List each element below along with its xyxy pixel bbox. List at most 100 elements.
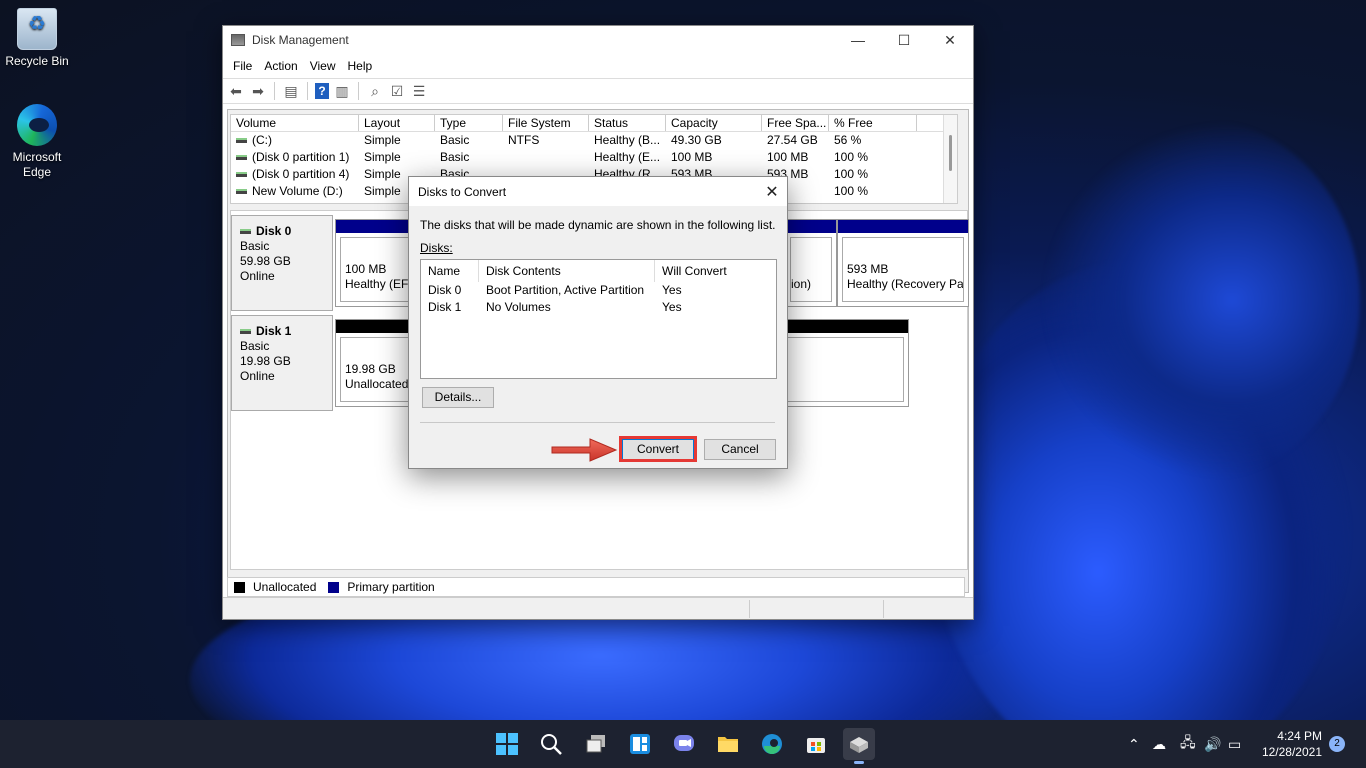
status-divider (749, 600, 750, 618)
store-button[interactable] (800, 728, 832, 760)
close-button[interactable]: ✕ (927, 26, 973, 54)
toolbar: ⬅ ➡ ▤ ? ▥ ⌕ ☑ ☰ (223, 78, 973, 104)
volume-cell-text: NTFS (508, 133, 540, 147)
battery-icon: ▭ (1228, 735, 1242, 752)
maximize-button[interactable]: ☐ (881, 26, 927, 54)
column-free-space[interactable]: Free Spa... (762, 115, 829, 131)
volume-cell: 100 MB (762, 149, 829, 166)
volume-cell-text: (Disk 0 partition 1) (252, 150, 350, 164)
clock[interactable]: 4:24 PM 12/28/2021 (1258, 728, 1322, 760)
partition-info: ion) (790, 237, 832, 302)
column-type[interactable]: Type (435, 115, 503, 131)
notification-badge[interactable]: 2 (1329, 736, 1345, 752)
volume-cell-text: (C:) (252, 133, 272, 147)
title-bar[interactable]: Disk Management — ☐ ✕ (223, 26, 973, 54)
menu-view[interactable]: View (304, 59, 342, 73)
volume-cell: Basic (435, 132, 503, 149)
list-cell: Disk 1 (428, 300, 462, 314)
partition-disk0-recovery[interactable]: 593 MB Healthy (Recovery Par (837, 219, 969, 307)
start-button[interactable] (491, 728, 523, 760)
vertical-scrollbar[interactable] (943, 115, 957, 203)
menu-action[interactable]: Action (258, 59, 303, 73)
partition-status: Unallocated (345, 377, 409, 391)
disk-0-label[interactable]: Disk 0 Basic 59.98 GB Online (231, 215, 333, 311)
connect-icon[interactable]: ⌕ (366, 82, 384, 100)
list-item[interactable]: Disk 1 No Volumes Yes (421, 299, 776, 316)
search-button[interactable] (535, 728, 567, 760)
list-cell: Boot Partition, Active Partition (486, 283, 645, 297)
volume-cell-text: Basic (440, 150, 470, 164)
minimize-button[interactable]: — (835, 26, 881, 54)
widgets-button[interactable] (624, 728, 656, 760)
partition-disk0-efi[interactable]: 100 MBHealthy (EFI S (335, 219, 415, 307)
list-cell: Disk 0 (428, 283, 462, 297)
dialog-message: The disks that will be made dynamic are … (420, 218, 776, 232)
column-status[interactable]: Status (589, 115, 666, 131)
desktop-icon-edge[interactable]: Microsoft Edge (0, 104, 74, 180)
partition-size: 593 MB (847, 262, 889, 276)
column-name[interactable]: Name (421, 260, 479, 282)
details-button[interactable]: Details... (422, 387, 494, 408)
legend-primary: Primary partition (347, 580, 435, 594)
list-item[interactable]: Disk 0 Boot Partition, Active Partition Ye… (421, 282, 776, 299)
disk-management-taskbar-button[interactable] (843, 728, 875, 764)
volume-cell: 100 % (829, 166, 917, 183)
onedrive-tray[interactable]: ☁ (1152, 720, 1166, 768)
checklist-icon[interactable]: ☑ (388, 82, 406, 100)
volume-cell-text: 100 % (834, 167, 869, 181)
dialog-separator (420, 422, 775, 423)
windows-icon (496, 733, 518, 755)
disks-to-convert-dialog: Disks to Convert ✕ The disks that will b… (408, 176, 788, 469)
volume-tray[interactable]: 🔊 (1204, 720, 1221, 768)
dialog-title-bar[interactable]: Disks to Convert ✕ (409, 177, 787, 206)
taskbar: ⌃ ☁ 🖧 🔊 ▭ 4:24 PM 12/28/2021 2 (0, 720, 1366, 768)
column-will-convert[interactable]: Will Convert (655, 260, 775, 282)
show-pane-icon[interactable]: ▥ (333, 82, 351, 100)
legend: Unallocated Primary partition (227, 577, 965, 597)
search-icon (541, 734, 562, 755)
disk-icon (240, 229, 251, 235)
disk-name: Disk 1 (256, 324, 292, 338)
toolbar-separator (274, 82, 275, 100)
cancel-button[interactable]: Cancel (704, 439, 776, 460)
volume-cell-text: (Disk 0 partition 4) (252, 167, 350, 181)
volume-cell: 100 % (829, 149, 917, 166)
volume-cell: (Disk 0 partition 4) (231, 166, 359, 183)
file-explorer-button[interactable] (712, 728, 744, 760)
task-view-button[interactable] (580, 728, 612, 760)
show-hidden-icons[interactable]: ⌃ (1128, 720, 1140, 768)
partition-status: Healthy (EFI S (345, 277, 410, 291)
help-icon[interactable]: ? (315, 83, 329, 99)
dialog-close-icon[interactable]: ✕ (757, 182, 787, 202)
partition-disk0-c[interactable]: ion) (785, 219, 837, 307)
disks-list-body: Disk 0 Boot Partition, Active Partition Ye… (421, 282, 776, 316)
menu-file[interactable]: File (227, 59, 258, 73)
column-disk-contents[interactable]: Disk Contents (479, 260, 655, 282)
column-volume[interactable]: Volume (231, 115, 359, 131)
column-file-system[interactable]: File System (503, 115, 589, 131)
disk-1-label[interactable]: Disk 1 Basic 19.98 GB Online (231, 315, 333, 411)
column-percent-free[interactable]: % Free (829, 115, 917, 131)
console-tree-icon[interactable]: ▤ (282, 82, 300, 100)
desktop-icon-recycle-bin[interactable]: Recycle Bin (0, 8, 74, 69)
menu-help[interactable]: Help (342, 59, 379, 73)
widgets-icon (630, 734, 650, 754)
task-view-icon (586, 735, 605, 753)
back-icon[interactable]: ⬅ (227, 82, 245, 100)
teams-chat-button[interactable] (668, 728, 700, 760)
volume-cell-text: 100 % (834, 184, 869, 198)
partition-info: 100 MBHealthy (EFI S (340, 237, 410, 302)
volume-row[interactable]: (C:) Simple Basic NTFS Healthy (B... 49.30 GB… (231, 132, 957, 149)
network-tray[interactable]: 🖧 (1180, 720, 1196, 768)
volume-row[interactable]: (Disk 0 partition 1) Simple Basic Healthy (… (231, 149, 957, 166)
edge-button[interactable] (756, 728, 788, 760)
properties-icon[interactable]: ☰ (410, 82, 428, 100)
volume-cell: NTFS (503, 132, 589, 149)
volume-cell: Healthy (B... (589, 132, 666, 149)
chat-icon (674, 735, 694, 751)
column-capacity[interactable]: Capacity (666, 115, 762, 131)
battery-tray[interactable]: ▭ (1228, 720, 1241, 768)
forward-icon[interactable]: ➡ (249, 82, 267, 100)
edge-icon (762, 734, 782, 754)
column-layout[interactable]: Layout (359, 115, 435, 131)
